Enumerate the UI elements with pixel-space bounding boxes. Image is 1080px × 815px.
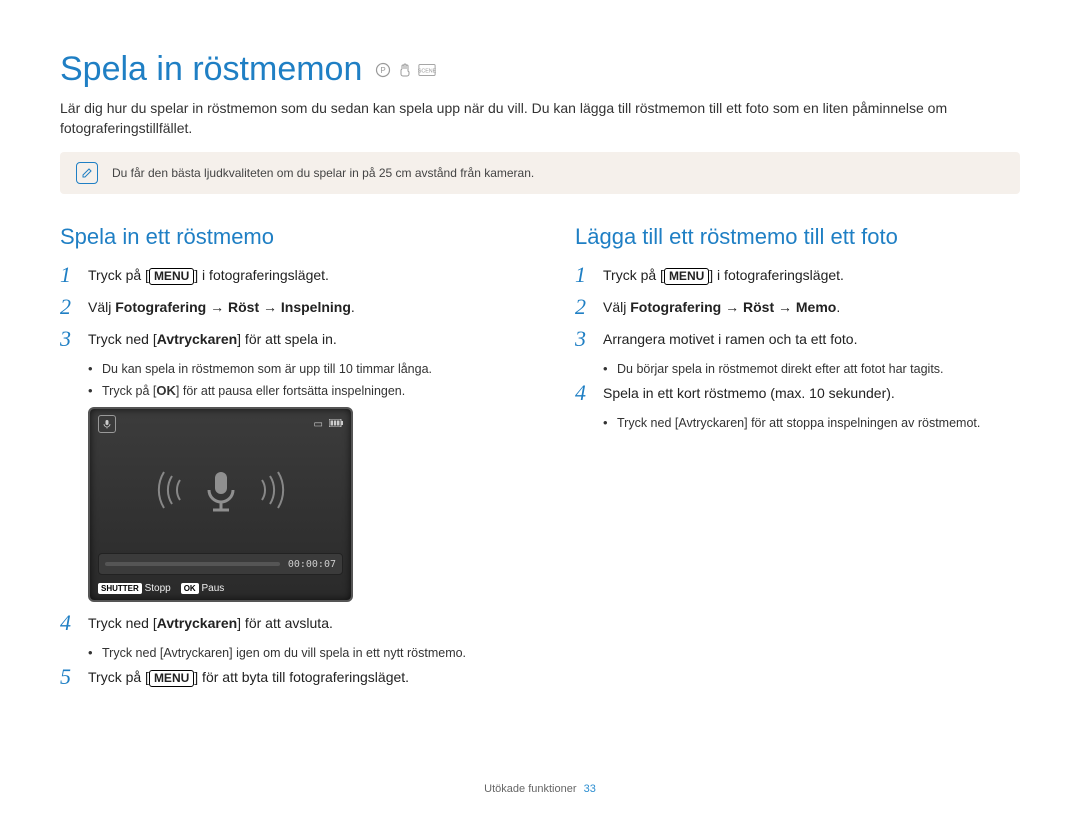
left-step-3: 3 Tryck ned [Avtryckaren] för att spela … [60, 328, 505, 350]
left-step-5: 5 Tryck på [MENU] för att byta till foto… [60, 666, 505, 688]
progress-bar [105, 562, 280, 566]
right-column: Lägga till ett röstmemo till ett foto 1 … [575, 224, 1020, 698]
sound-wave-left-icon [150, 470, 186, 516]
shutter-key-label: SHUTTER [98, 583, 142, 594]
list-item: Tryck på [OK] för att pausa eller fortsä… [88, 382, 505, 401]
menu-key: MENU [149, 670, 194, 688]
lcd-bottom-controls: SHUTTER Stopp OK Paus [90, 579, 351, 600]
step-text: Spela in ett kort röstmemo (max. 10 seku… [603, 382, 895, 403]
page-title: Spela in röstmemon P SCENE [60, 50, 1020, 89]
page-footer: Utökade funktioner 33 [0, 783, 1080, 795]
step-text: Tryck ned [Avtryckaren] för att avsluta. [88, 612, 333, 633]
left-step-4: 4 Tryck ned [Avtryckaren] för att avslut… [60, 612, 505, 634]
mode-icons: P SCENE [374, 61, 436, 79]
right-step-1: 1 Tryck på [MENU] i fotograferingsläget. [575, 264, 1020, 286]
right-step-4: 4 Spela in ett kort röstmemo (max. 10 se… [575, 382, 1020, 404]
left-heading: Spela in ett röstmemo [60, 224, 505, 250]
left-sub-after-3: Du kan spela in röstmemon som är upp til… [88, 360, 505, 401]
step-number: 3 [60, 328, 78, 350]
intro-text: Lär dig hur du spelar in röstmemon som d… [60, 99, 1020, 138]
battery-icon [329, 419, 343, 430]
right-sub-after-3: Du börjar spela in röstmemot direkt efte… [603, 360, 1020, 378]
sound-wave-right-icon [256, 470, 292, 516]
microphone-large-icon [198, 468, 244, 519]
title-text: Spela in röstmemon [60, 50, 362, 89]
step-number: 2 [575, 296, 593, 318]
list-item: Tryck ned [Avtryckaren] igen om du vill … [88, 644, 505, 662]
recording-progress: 00:00:07 [98, 553, 343, 575]
menu-key: MENU [149, 268, 194, 286]
stop-label: Stopp [145, 583, 171, 594]
step-number: 4 [575, 382, 593, 404]
left-step-2: 2 Välj Fotografering → Röst → Inspelning… [60, 296, 505, 318]
step-number: 5 [60, 666, 78, 688]
camera-lcd-preview: ▭ 00:00:07 [88, 407, 353, 602]
mode-hand-icon [396, 61, 414, 79]
step-number: 1 [575, 264, 593, 286]
tip-text: Du får den bästa ljudkvaliteten om du sp… [112, 166, 534, 180]
step-number: 1 [60, 264, 78, 286]
step-text: Tryck ned [Avtryckaren] för att spela in… [88, 328, 337, 349]
left-column: Spela in ett röstmemo 1 Tryck på [MENU] … [60, 224, 505, 698]
right-step-2: 2 Välj Fotografering → Röst → Memo. [575, 296, 1020, 318]
right-step-3: 3 Arrangera motivet i ramen och ta ett f… [575, 328, 1020, 350]
svg-text:P: P [381, 66, 386, 75]
svg-text:SCENE: SCENE [418, 68, 436, 74]
ok-key-label: OK [181, 583, 199, 594]
step-number: 2 [60, 296, 78, 318]
left-step-1: 1 Tryck på [MENU] i fotograferingsläget. [60, 264, 505, 286]
tip-box: Du får den bästa ljudkvaliteten om du sp… [60, 152, 1020, 194]
step-text: Välj Fotografering → Röst → Memo. [603, 296, 840, 317]
step-text: Tryck på [MENU] i fotograferingsläget. [603, 264, 844, 285]
step-number: 3 [575, 328, 593, 350]
mic-small-icon [98, 415, 116, 433]
right-heading: Lägga till ett röstmemo till ett foto [575, 224, 1020, 250]
mode-p-icon: P [374, 61, 392, 79]
step-text: Tryck på [MENU] för att byta till fotogr… [88, 666, 409, 687]
sd-card-icon: ▭ [314, 419, 323, 430]
list-item: Du börjar spela in röstmemot direkt efte… [603, 360, 1020, 378]
ok-key: OK [156, 382, 176, 401]
page-number: 33 [584, 783, 596, 795]
pencil-note-icon [76, 162, 98, 184]
right-sub-after-4: Tryck ned [Avtryckaren] för att stoppa i… [603, 414, 1020, 432]
left-sub-after-4: Tryck ned [Avtryckaren] igen om du vill … [88, 644, 505, 662]
status-icons: ▭ [314, 419, 343, 430]
step-text: Tryck på [MENU] i fotograferingsläget. [88, 264, 329, 285]
list-item: Tryck ned [Avtryckaren] för att stoppa i… [603, 414, 1020, 432]
menu-key: MENU [664, 268, 709, 286]
footer-section: Utökade funktioner [484, 783, 576, 795]
list-item: Du kan spela in röstmemon som är upp til… [88, 360, 505, 378]
step-text: Arrangera motivet i ramen och ta ett fot… [603, 328, 857, 349]
step-number: 4 [60, 612, 78, 634]
mode-scene-icon: SCENE [418, 61, 436, 79]
recording-time: 00:00:07 [288, 559, 336, 570]
step-text: Välj Fotografering → Röst → Inspelning. [88, 296, 355, 317]
paus-label: Paus [201, 583, 224, 594]
